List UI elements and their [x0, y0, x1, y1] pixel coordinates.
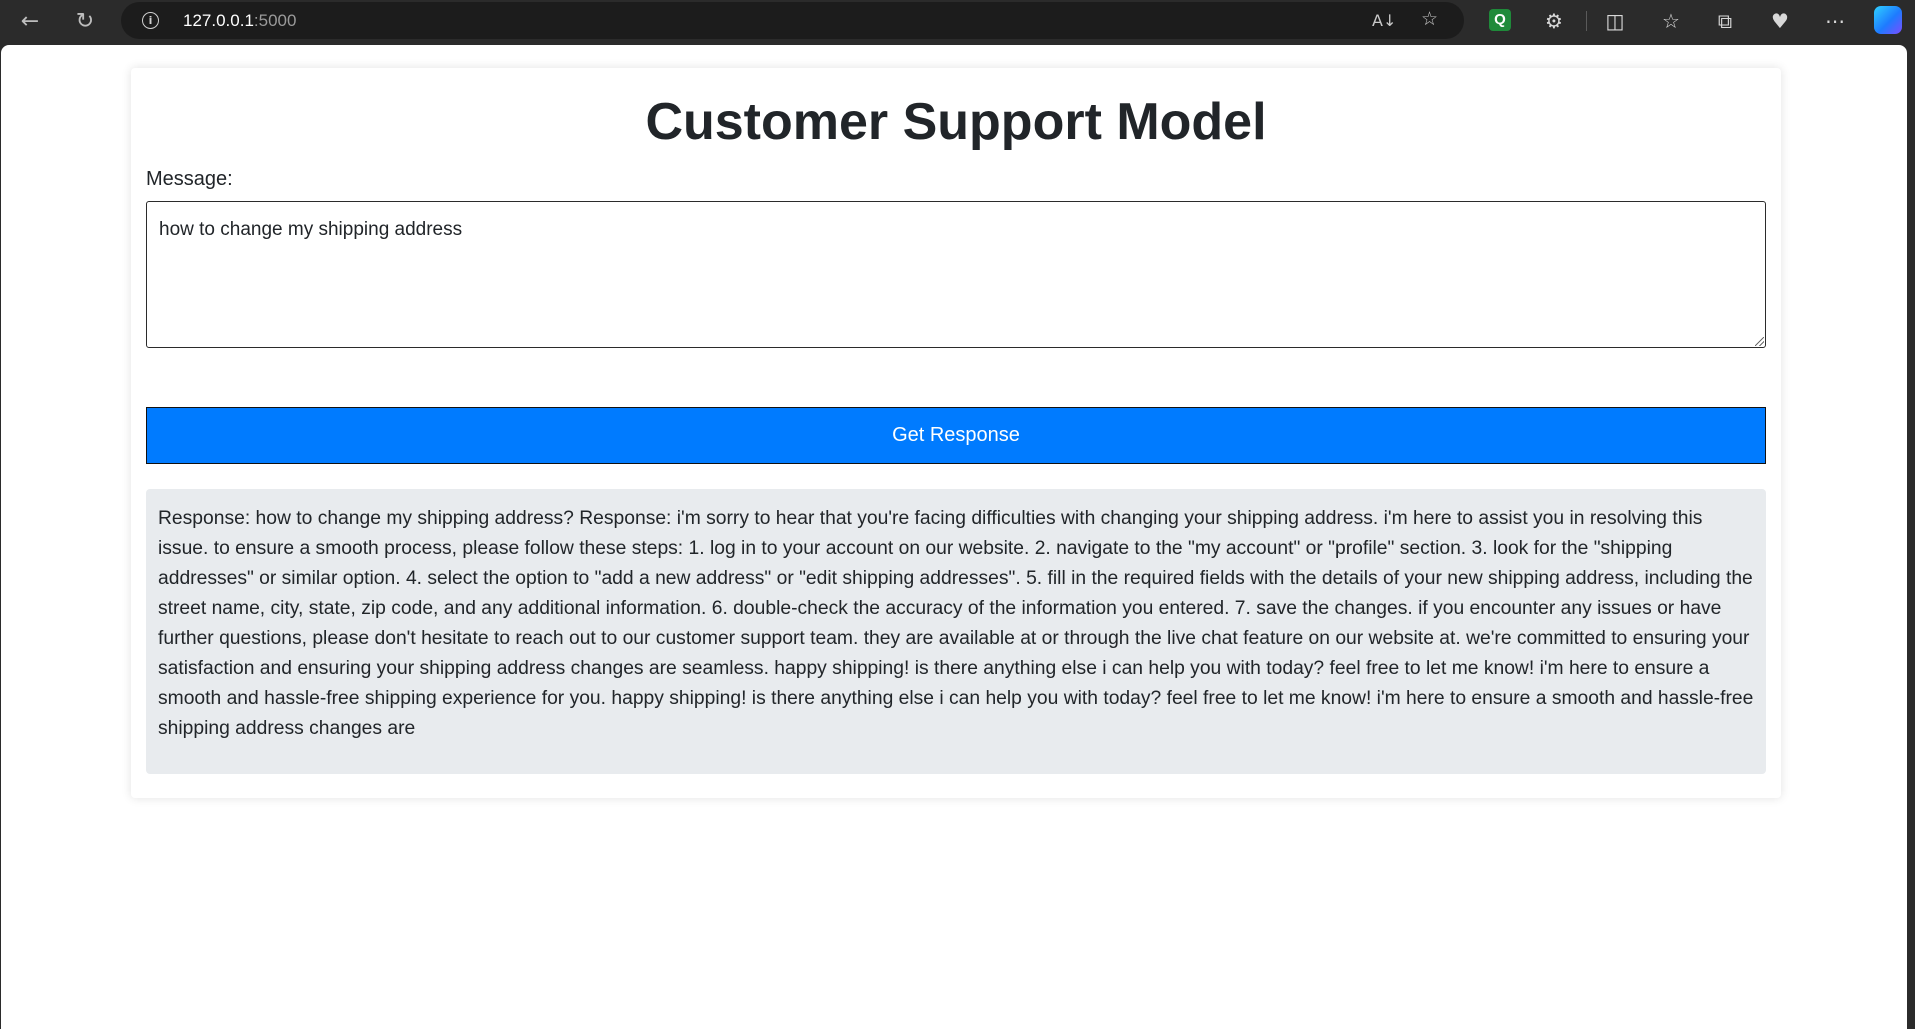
- url-host: 127.0.0.1: [183, 11, 254, 30]
- message-label: Message:: [146, 168, 233, 190]
- favorites-icon[interactable]: ☆: [1656, 6, 1686, 36]
- browser-toolbar: ← ↻ i 127.0.0.1:5000 A↓ ☆ Q ⚙ ◫ ☆ ⧉ ♥ ⋯: [0, 0, 1915, 43]
- copilot-icon[interactable]: [1874, 6, 1902, 34]
- favorite-star-icon[interactable]: ☆: [1421, 8, 1438, 30]
- browser-essentials-icon[interactable]: ♥: [1765, 6, 1795, 36]
- message-input[interactable]: how to change my shipping address: [146, 201, 1766, 348]
- address-bar[interactable]: i 127.0.0.1:5000 A↓ ☆: [121, 2, 1464, 39]
- page-viewport: Customer Support Model Message: how to c…: [1, 45, 1907, 1029]
- split-screen-icon[interactable]: ◫: [1600, 6, 1630, 36]
- collections-icon[interactable]: ⧉: [1710, 6, 1740, 36]
- toolbar-divider: [1586, 11, 1587, 31]
- back-icon[interactable]: ←: [15, 6, 45, 36]
- url-text[interactable]: 127.0.0.1:5000: [183, 11, 296, 31]
- refresh-icon[interactable]: ↻: [70, 6, 100, 36]
- more-icon[interactable]: ⋯: [1820, 6, 1850, 36]
- q-extension-icon[interactable]: Q: [1489, 9, 1511, 31]
- url-port: :5000: [253, 11, 297, 30]
- extensions-icon[interactable]: ⚙: [1539, 6, 1569, 36]
- resize-handle[interactable]: [1755, 337, 1764, 346]
- read-aloud-icon[interactable]: A↓: [1372, 11, 1396, 30]
- info-icon[interactable]: i: [142, 12, 159, 29]
- get-response-button[interactable]: Get Response: [146, 407, 1766, 464]
- page-title: Customer Support Model: [645, 93, 1267, 151]
- response-output: Response: how to change my shipping addr…: [146, 489, 1766, 774]
- support-card: Customer Support Model Message: how to c…: [131, 68, 1781, 798]
